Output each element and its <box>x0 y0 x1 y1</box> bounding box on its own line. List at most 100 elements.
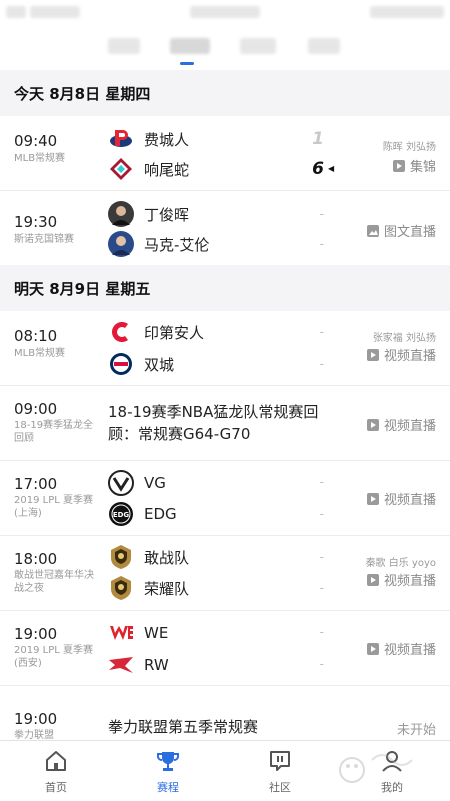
match-league: 2019 LPL 夏季赛(西安) <box>14 645 93 669</box>
video-live-button[interactable]: 视频直播 <box>366 570 436 589</box>
nav-schedule[interactable]: 赛程 <box>112 741 224 801</box>
status-blur <box>30 6 80 18</box>
play-icon <box>392 159 405 172</box>
match-row[interactable]: 19:30 斯诺克国锦赛 丁俊晖 马克-艾伦 - - 图文直播 <box>0 191 450 265</box>
winner-arrow-icon: ◀ <box>328 164 335 173</box>
match-row[interactable]: 09:00 18-19赛季猛龙全回顾 18-19赛季NBA猛龙队常规赛回顾：常规… <box>0 386 450 461</box>
team-home[interactable]: 费城人 <box>108 126 189 152</box>
team-score-winner: 6 <box>312 159 324 179</box>
status-blur <box>6 6 26 18</box>
broadcast-label: 图文直播 <box>383 225 436 240</box>
twins-logo <box>110 353 132 375</box>
broadcast-label: 视频直播 <box>383 643 436 658</box>
match-time: 09:40 <box>14 132 58 150</box>
video-live-button[interactable]: 视频直播 <box>366 415 436 434</box>
team-home[interactable]: WE <box>108 620 168 646</box>
nav-home[interactable]: 首页 <box>0 741 112 801</box>
match-league: 拳力联盟 <box>14 730 54 740</box>
match-league: 斯诺克国锦赛 <box>14 234 74 245</box>
match-time: 08:10 <box>14 327 58 345</box>
tab-blurred[interactable] <box>240 34 276 58</box>
nav-community[interactable]: 社区 <box>224 741 336 801</box>
team-away[interactable]: 双城 <box>108 351 174 377</box>
play-icon <box>366 348 379 361</box>
team-away[interactable]: RW <box>108 652 169 678</box>
play-icon <box>366 573 379 586</box>
broadcast-label: 视频直播 <box>383 493 436 508</box>
diamondbacks-logo <box>110 158 132 180</box>
team-score: - <box>319 357 324 371</box>
nav-label: 社区 <box>269 781 291 794</box>
community-icon <box>270 751 290 771</box>
team-name: 双城 <box>144 355 175 374</box>
team-away[interactable]: 荣耀队 <box>108 575 189 601</box>
event-title[interactable]: 18-19赛季NBA猛龙队常规赛回顾：常规赛G64-G70 <box>108 401 338 445</box>
player-home[interactable]: 丁俊晖 <box>108 201 189 227</box>
we-logo <box>110 626 133 640</box>
day-header: 今天 8月8日 星期四 <box>0 70 450 116</box>
match-row[interactable]: 18:00 敢战世冠嘉年华决战之夜 敢战队 荣耀队 - - 秦歌 白乐 yoyo <box>0 536 450 611</box>
gold-crest-logo <box>111 576 131 600</box>
highlights-button[interactable]: 集锦 <box>392 156 436 175</box>
commentators: 陈晖 刘弘扬 <box>382 142 436 153</box>
match-league: 敢战世冠嘉年华决战之夜 <box>14 570 94 594</box>
trophy-icon <box>157 752 179 771</box>
player-photo <box>108 231 134 257</box>
team-name: 印第安人 <box>144 323 205 342</box>
player-name: 丁俊晖 <box>144 205 190 224</box>
tab-blurred-active[interactable] <box>170 34 210 58</box>
match-status: 未开始 <box>396 723 436 738</box>
play-icon <box>366 492 379 505</box>
team-score: - <box>319 237 324 251</box>
broadcast-label: 集锦 <box>409 160 436 175</box>
video-live-button[interactable]: 视频直播 <box>366 639 436 658</box>
match-row[interactable]: 19:00 2019 LPL 夏季赛(西安) WE RW - - 视频直播 <box>0 611 450 686</box>
broadcast-label: 视频直播 <box>383 419 436 434</box>
status-bar <box>0 0 450 24</box>
team-away[interactable]: 响尾蛇 <box>108 156 189 182</box>
nav-label: 首页 <box>45 781 67 794</box>
team-score: - <box>319 475 324 489</box>
commentators: 张家福 刘弘扬 <box>372 333 436 344</box>
player-away[interactable]: 马克-艾伦 <box>108 231 209 257</box>
video-live-button[interactable]: 视频直播 <box>366 345 436 364</box>
match-row[interactable]: 19:00 拳力联盟 拳力联盟第五季常规赛 未开始 <box>0 686 450 740</box>
schedule-list[interactable]: 今天 8月8日 星期四 09:40 MLB常规赛 费城人 响尾蛇 1 6 ◀ 陈… <box>0 70 450 740</box>
player-photo <box>108 201 134 227</box>
match-league: MLB常规赛 <box>14 348 66 359</box>
home-icon <box>46 751 66 771</box>
tab-blurred[interactable] <box>108 34 140 58</box>
play-icon <box>366 418 379 431</box>
match-row[interactable]: 08:10 MLB常规赛 印第安人 双城 - - 张家福 刘弘扬 视频直播 <box>0 311 450 386</box>
match-league: 18-19赛季猛龙全回顾 <box>14 420 94 444</box>
team-score: - <box>319 657 324 671</box>
active-tab-indicator <box>180 62 194 65</box>
team-home[interactable]: 印第安人 <box>108 319 204 345</box>
match-time: 09:00 <box>14 400 58 418</box>
team-away[interactable]: EDG EDG <box>108 501 177 527</box>
team-score: - <box>319 325 324 339</box>
event-title[interactable]: 拳力联盟第五季常规赛 <box>108 716 338 738</box>
tab-blurred[interactable] <box>308 34 340 58</box>
svg-text:EDG: EDG <box>113 511 130 519</box>
match-time: 17:00 <box>14 475 58 493</box>
video-live-button[interactable]: 视频直播 <box>366 489 436 508</box>
match-row[interactable]: 09:40 MLB常规赛 费城人 响尾蛇 1 6 ◀ 陈晖 刘弘扬 集锦 <box>0 116 450 191</box>
match-league: 2019 LPL 夏季赛(上海) <box>14 495 93 519</box>
rw-logo <box>109 657 133 673</box>
broadcast-label: 视频直播 <box>383 574 436 589</box>
team-name: 费城人 <box>144 130 190 149</box>
match-time: 19:00 <box>14 625 58 643</box>
team-score: - <box>319 625 324 639</box>
match-row[interactable]: 17:00 2019 LPL 夏季赛(上海) VG EDG EDG - - 视频… <box>0 461 450 536</box>
commentators: 秦歌 白乐 yoyo <box>365 558 436 569</box>
match-time: 19:30 <box>14 213 58 231</box>
team-home[interactable]: VG <box>108 470 166 496</box>
team-home[interactable]: 敢战队 <box>108 544 189 570</box>
nav-label: 赛程 <box>157 781 179 794</box>
match-time: 18:00 <box>14 550 58 568</box>
text-live-button[interactable]: 图文直播 <box>366 221 436 240</box>
team-name: EDG <box>144 505 177 523</box>
team-score: - <box>319 507 324 521</box>
image-icon <box>366 224 379 237</box>
